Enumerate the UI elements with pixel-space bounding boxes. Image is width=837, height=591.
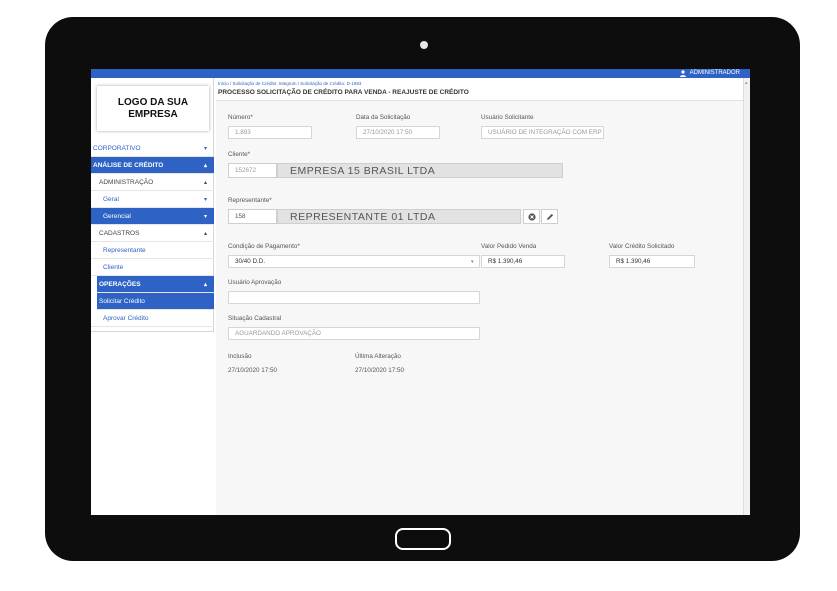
clear-button[interactable] xyxy=(523,209,540,224)
chevron-down-icon: ▾ xyxy=(203,213,207,220)
usuario-aprovacao-label: Usuário Aprovação xyxy=(228,279,282,286)
clear-icon xyxy=(527,212,536,221)
cliente-id-field[interactable]: 152672 xyxy=(228,163,277,178)
ultima-alteracao-label: Última Alteração xyxy=(355,353,401,360)
sidebar-item-aprovar-credito[interactable]: Aprovar Crédito xyxy=(91,310,214,327)
sidebar-item-analise-credito[interactable]: ANÁLISE DE CRÉDITO ▴ xyxy=(91,157,214,174)
sidebar-item-label: Aprovar Crédito xyxy=(103,314,149,322)
vertical-scrollbar[interactable]: ▴ xyxy=(743,78,750,515)
sidebar-item-cadastros[interactable]: CADASTROS ▴ xyxy=(91,225,214,242)
chevron-down-icon: ▾ xyxy=(203,145,207,152)
main-area: Início / Solicitação de Crédito: Integru… xyxy=(216,78,750,515)
valor-credito-label: Valor Crédito Solicitado xyxy=(609,243,675,250)
usuario-aprovacao-field[interactable] xyxy=(228,291,480,304)
chevron-up-icon: ▴ xyxy=(203,162,207,169)
sidebar-item-label: ANÁLISE DE CRÉDITO xyxy=(93,161,164,169)
scroll-up-icon[interactable]: ▴ xyxy=(745,80,748,86)
user-icon xyxy=(679,70,686,77)
condicao-pagamento-label: Condição de Pagamento* xyxy=(228,243,300,250)
chevron-down-icon: ▾ xyxy=(203,196,207,203)
pencil-icon xyxy=(546,213,553,220)
chevron-up-icon: ▴ xyxy=(203,281,207,288)
situacao-cadastral-field[interactable]: AGUARDANDO APROVAÇÃO xyxy=(228,327,480,340)
sidebar-item-label: Geral xyxy=(103,195,119,203)
sidebar-item-administracao[interactable]: ADMINISTRAÇÃO ▴ xyxy=(91,174,214,191)
sidebar-item-label: Cliente xyxy=(103,263,124,271)
valor-pedido-field[interactable]: R$ 1.390,46 xyxy=(481,255,565,268)
numero-label: Número* xyxy=(228,114,253,121)
data-solicitacao-label: Data da Solicitação xyxy=(356,114,411,121)
valor-pedido-label: Valor Pedido Venda xyxy=(481,243,537,250)
sidebar-menu: CORPORATIVO ▾ ANÁLISE DE CRÉDITO ▴ ADMIN… xyxy=(91,140,214,327)
situacao-cadastral-label: Situação Cadastral xyxy=(228,315,282,322)
sidebar-item-operacoes[interactable]: OPERAÇÕES ▴ xyxy=(97,276,214,293)
top-bar: ADMINISTRADOR xyxy=(91,69,750,78)
chevron-down-icon: ▾ xyxy=(471,259,474,265)
company-logo: LOGO DA SUA EMPRESA xyxy=(97,86,209,131)
inclusao-value: 27/10/2020 17:50 xyxy=(228,367,278,374)
valor-credito-field[interactable]: R$ 1.390,46 xyxy=(609,255,695,268)
user-menu[interactable]: ADMINISTRADOR xyxy=(679,69,740,78)
sidebar-item-corporativo[interactable]: CORPORATIVO ▾ xyxy=(91,140,214,157)
condicao-pagamento-select[interactable]: 30/40 D.D. xyxy=(228,255,480,268)
sidebar-item-label: Solicitar Crédito xyxy=(99,297,145,305)
sidebar-item-label: CADASTROS xyxy=(99,229,140,237)
sidebar-item-label: CORPORATIVO xyxy=(93,144,141,152)
chevron-up-icon: ▴ xyxy=(203,179,207,186)
cliente-label: Cliente* xyxy=(228,151,251,158)
chevron-up-icon: ▴ xyxy=(203,230,207,237)
app-screen: ADMINISTRADOR LOGO DA SUA EMPRESA CORPOR… xyxy=(91,69,750,515)
usuario-solicitante-label: Usuário Solicitante xyxy=(481,114,534,121)
sidebar-item-label: ADMINISTRAÇÃO xyxy=(99,178,154,186)
sidebar-item-label: Representante xyxy=(103,246,146,254)
usuario-solicitante-field[interactable]: USUÁRIO DE INTEGRAÇÃO COM ERP xyxy=(481,126,604,139)
sidebar-item-representante[interactable]: Representante xyxy=(91,242,214,259)
cliente-name-field[interactable]: EMPRESA 15 BRASIL LTDA xyxy=(277,163,563,178)
form-panel: Número* 1.893 Data da Solicitação 27/10/… xyxy=(216,100,743,515)
sidebar-item-gerencial[interactable]: Gerencial ▾ xyxy=(91,208,214,225)
representante-label: Representante* xyxy=(228,197,272,204)
edit-button[interactable] xyxy=(541,209,558,224)
user-name: ADMINISTRADOR xyxy=(689,70,740,76)
sidebar-item-label: Gerencial xyxy=(103,212,131,220)
sidebar-item-solicitar-credito[interactable]: Solicitar Crédito xyxy=(97,293,214,310)
data-solicitacao-field[interactable]: 27/10/2020 17:50 xyxy=(356,126,440,139)
sidebar-item-label: OPERAÇÕES xyxy=(99,280,141,288)
sidebar-item-geral[interactable]: Geral ▾ xyxy=(91,191,214,208)
inclusao-label: Inclusão xyxy=(228,353,252,360)
representante-name-field[interactable]: REPRESENTANTE 01 LTDA xyxy=(277,209,521,224)
representante-id-field[interactable]: 158 xyxy=(228,209,277,224)
page-title: PROCESSO SOLICITAÇÃO DE CRÉDITO PARA VEN… xyxy=(218,89,469,96)
tablet-home-button[interactable] xyxy=(395,528,451,550)
logo-line-1: LOGO DA SUA xyxy=(117,96,189,108)
sidebar-item-cliente[interactable]: Cliente xyxy=(91,259,214,276)
tablet-camera xyxy=(420,41,428,49)
ultima-alteracao-value: 27/10/2020 17:50 xyxy=(355,367,405,374)
logo-line-2: EMPRESA xyxy=(128,108,178,120)
breadcrumb[interactable]: Início / Solicitação de Crédito: Integru… xyxy=(218,81,361,86)
numero-field[interactable]: 1.893 xyxy=(228,126,312,139)
sidebar: LOGO DA SUA EMPRESA CORPORATIVO ▾ ANÁLIS… xyxy=(91,78,214,332)
